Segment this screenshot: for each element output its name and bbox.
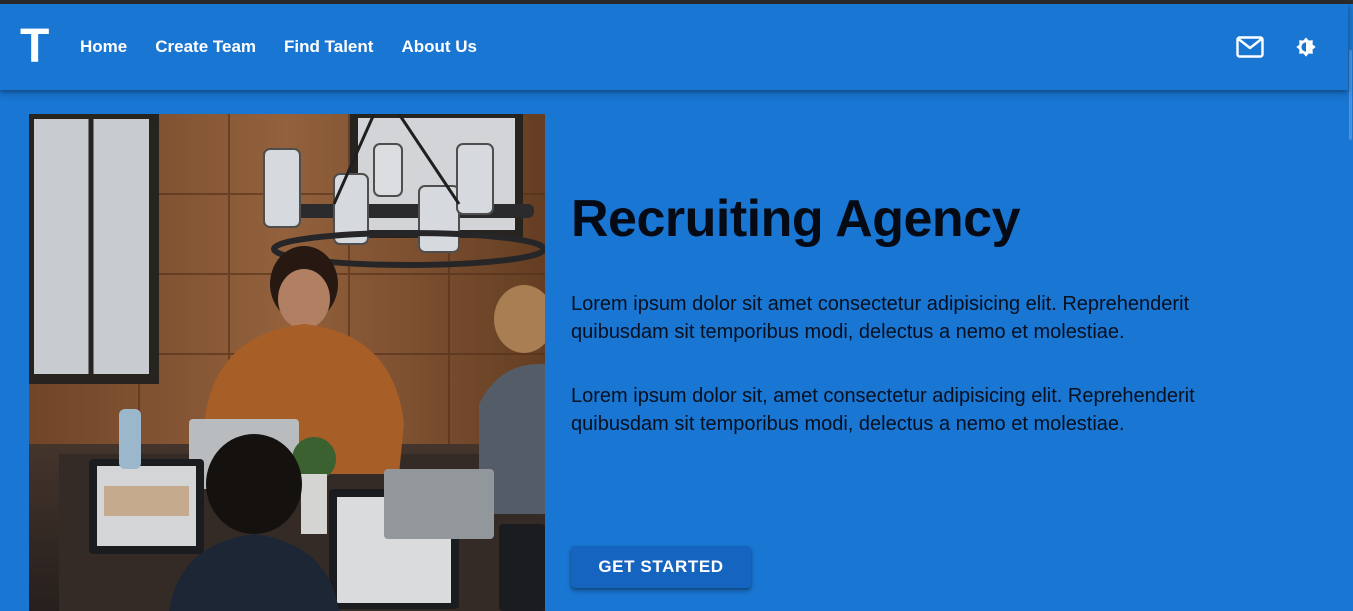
team-photo-illustration bbox=[29, 114, 545, 611]
scrollbar-thumb[interactable] bbox=[1349, 50, 1352, 140]
nav-about-us[interactable]: About Us bbox=[401, 37, 477, 57]
app-bar-actions bbox=[1222, 4, 1334, 90]
hero-paragraph-1: Lorem ipsum dolor sit amet consectetur a… bbox=[571, 293, 1190, 343]
hero-content: Recruiting Agency Lorem ipsum dolor sit … bbox=[571, 188, 1291, 438]
nav-home[interactable]: Home bbox=[80, 37, 127, 57]
brightness-icon bbox=[1296, 37, 1316, 57]
mail-button[interactable] bbox=[1222, 25, 1278, 69]
app-bar: T Home Create Team Find Talent About Us bbox=[0, 4, 1348, 90]
page-title: Recruiting Agency bbox=[571, 190, 1021, 248]
get-started-button[interactable]: Get Started bbox=[571, 546, 751, 588]
mail-icon bbox=[1236, 36, 1264, 58]
hero-paragraph-2: Lorem ipsum dolor sit, amet consectetur … bbox=[571, 385, 1195, 435]
nav-create-team[interactable]: Create Team bbox=[155, 37, 256, 57]
main-nav: Home Create Team Find Talent About Us bbox=[80, 4, 505, 90]
hero-image bbox=[29, 114, 545, 611]
nav-find-talent[interactable]: Find Talent bbox=[284, 37, 373, 57]
logo[interactable]: T bbox=[20, 22, 49, 72]
theme-toggle-button[interactable] bbox=[1278, 25, 1334, 69]
